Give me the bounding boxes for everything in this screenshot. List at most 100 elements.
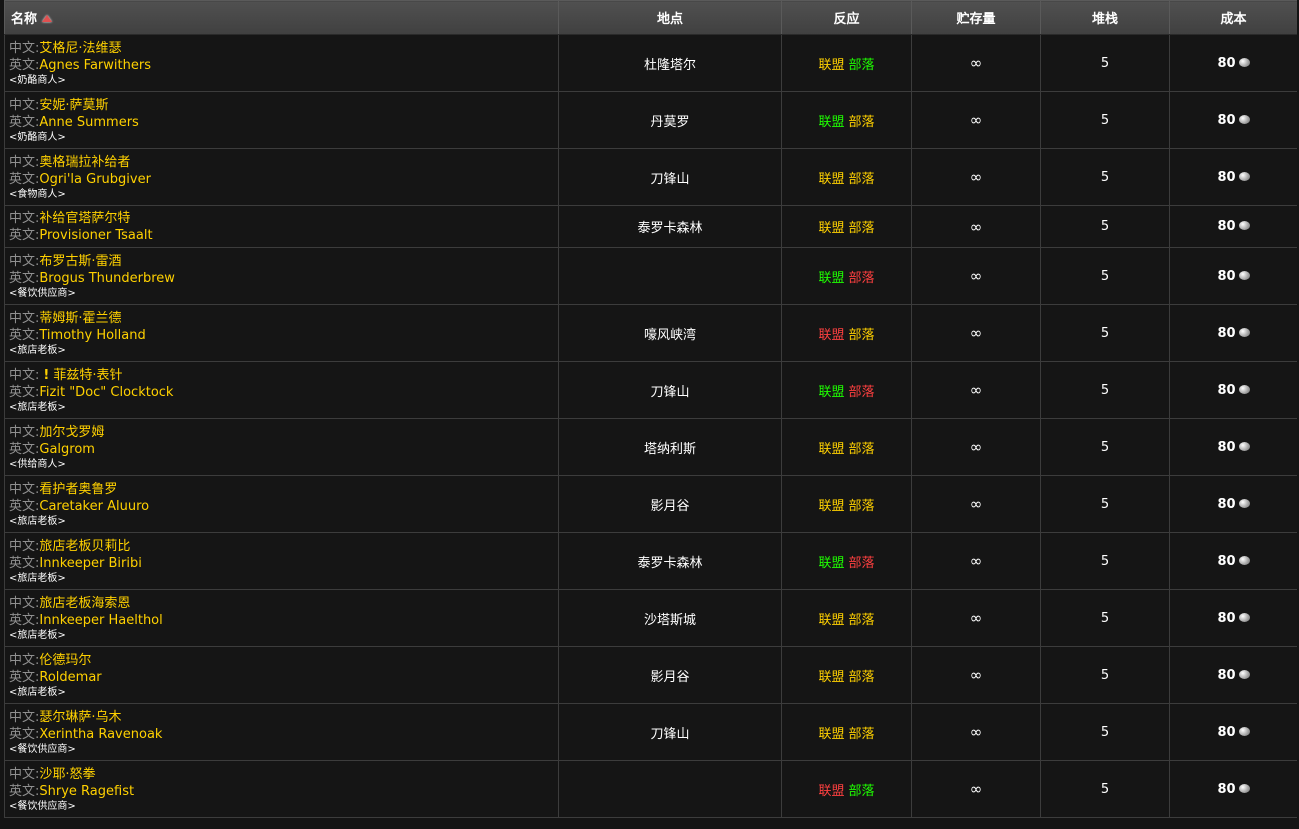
column-header-reaction[interactable]: 反应 <box>781 0 912 35</box>
table-row: 中文:伦德玛尔 英文:Roldemar <旅店老板> 影月谷 联盟 部落 ∞ 5 80 <box>4 646 1297 704</box>
horde-reaction: 部落 <box>848 612 875 628</box>
table-row: 中文:奥格瑞拉补给者 英文:Ogri'la Grubgiver <食物商人> 刀锋山 联… <box>4 148 1297 206</box>
npc-cn-name-link[interactable]: 旅店老板海索恩 <box>39 596 130 611</box>
en-name-line: 英文:Galgrom <box>9 441 558 458</box>
stack-cell: 5 <box>1040 646 1170 704</box>
cost-value: 80 <box>1217 496 1236 512</box>
npc-cn-name-link[interactable]: 加尔戈罗姆 <box>39 425 104 440</box>
npc-cn-name-link[interactable]: 补给官塔萨尔特 <box>39 211 130 226</box>
name-cell: 中文:加尔戈罗姆 英文:Galgrom <供给商人> <box>4 418 559 476</box>
stock-cell: ∞ <box>911 418 1041 476</box>
cost-cell: 80 <box>1169 646 1297 704</box>
column-header-stock[interactable]: 贮存量 <box>911 0 1041 35</box>
npc-cn-name-link[interactable]: 瑟尔琳萨·乌木 <box>39 710 121 725</box>
cost-value: 80 <box>1217 169 1236 185</box>
npc-en-name-link[interactable]: Fizit "Doc" Clocktock <box>39 385 173 400</box>
location-link[interactable]: 塔纳利斯 <box>644 442 696 457</box>
location-link[interactable]: 刀锋山 <box>650 172 689 187</box>
reaction-cell: 联盟 部落 <box>781 91 912 149</box>
npc-en-name-link[interactable]: Timothy Holland <box>39 328 145 343</box>
cn-label: 中文: <box>9 424 40 440</box>
npc-cn-name-link[interactable]: 菲兹特·表针 <box>53 368 122 383</box>
stack-value: 5 <box>1100 439 1110 455</box>
stock-value: ∞ <box>969 552 983 570</box>
npc-en-name-link[interactable]: Innkeeper Biribi <box>39 556 141 571</box>
cost-cell: 80 <box>1169 91 1297 149</box>
stock-cell: ∞ <box>911 91 1041 149</box>
cn-label: 中文: <box>9 97 40 113</box>
location-cell: 影月谷 <box>558 646 782 704</box>
name-cell: 中文:伦德玛尔 英文:Roldemar <旅店老板> <box>4 646 559 704</box>
location-link[interactable]: 泰罗卡森林 <box>637 221 702 236</box>
npc-cn-name-link[interactable]: 旅店老板贝莉比 <box>39 539 130 554</box>
location-link[interactable]: 影月谷 <box>650 670 689 685</box>
npc-en-name-link[interactable]: Anne Summers <box>39 115 138 130</box>
npc-en-name-link[interactable]: Brogus Thunderbrew <box>39 271 175 286</box>
table-row: 中文:看护者奥鲁罗 英文:Caretaker Aluuro <旅店老板> 影月谷 联盟部… <box>4 475 1297 533</box>
npc-cn-name-link[interactable]: 艾格尼·法维瑟 <box>39 41 121 56</box>
npc-cn-name-link[interactable]: 看护者奥鲁罗 <box>39 482 117 497</box>
stock-value: ∞ <box>969 168 983 186</box>
stock-value: ∞ <box>969 438 983 456</box>
npc-cn-name-link[interactable]: 布罗古斯·雷酒 <box>39 254 121 269</box>
alliance-reaction: 联盟 <box>818 441 845 457</box>
npc-en-name-link[interactable]: Provisioner Tsaalt <box>39 228 152 243</box>
stack-cell: 5 <box>1040 703 1170 761</box>
location-link[interactable]: 影月谷 <box>650 499 689 514</box>
npc-cn-name-link[interactable]: 沙耶·怒拳 <box>39 767 95 782</box>
silver-coin-icon <box>1238 726 1250 736</box>
stock-cell: ∞ <box>911 205 1041 248</box>
cn-label: 中文: <box>9 481 40 497</box>
location-link[interactable]: 沙塔斯城 <box>644 613 696 628</box>
location-link[interactable]: 刀锋山 <box>650 385 689 400</box>
en-label: 英文: <box>9 171 40 187</box>
npc-en-name-link[interactable]: Roldemar <box>39 670 101 685</box>
alliance-reaction: 联盟 <box>818 221 845 236</box>
en-label: 英文: <box>9 498 40 514</box>
en-label: 英文: <box>9 227 40 243</box>
location-link[interactable]: 泰罗卡森林 <box>637 556 702 571</box>
npc-cn-name-link[interactable]: 安妮·萨莫斯 <box>39 98 108 113</box>
npc-en-name-link[interactable]: Innkeeper Haelthol <box>39 613 162 628</box>
npc-cn-name-link[interactable]: 伦德玛尔 <box>39 653 91 668</box>
location-link[interactable]: 嚎风峡湾 <box>644 328 696 343</box>
reaction-cell: 联盟 部落 <box>781 304 912 362</box>
location-link[interactable]: 杜隆塔尔 <box>644 58 696 73</box>
vendor-table: 名称 地点 反应 贮存量 堆栈 成本 中文: 艾格尼·法维瑟英文: Agnes Fa… <box>4 0 1297 818</box>
location-cell <box>558 760 782 818</box>
cn-name-line: 中文:旅店老板贝莉比 <box>9 538 558 555</box>
table-row: 中文:蒂姆斯·霍兰德 英文:Timothy Holland <旅店老板> 嚎风峡湾 联盟… <box>4 304 1297 362</box>
horde-reaction: 部落 <box>848 498 875 514</box>
location-link[interactable]: 刀锋山 <box>650 727 689 742</box>
npc-cn-name-link[interactable]: 奥格瑞拉补给者 <box>39 155 130 170</box>
npc-en-name-link[interactable]: Galgrom <box>39 442 95 457</box>
column-header-stack[interactable]: 堆栈 <box>1040 0 1170 35</box>
npc-en-name-link[interactable]: Caretaker Aluuro <box>39 499 149 514</box>
column-header-name[interactable]: 名称 <box>4 0 559 35</box>
en-name-line: 英文:Xerintha Ravenoak <box>9 726 558 743</box>
npc-cn-name-link[interactable]: 蒂姆斯·霍兰德 <box>39 311 121 326</box>
horde-reaction: 部落 <box>848 327 875 343</box>
cn-label: 中文: <box>9 310 40 326</box>
cn-label: 中文: <box>9 210 40 226</box>
npc-en-name-link[interactable]: Agnes Farwithers <box>39 58 151 73</box>
cost-value: 80 <box>1217 382 1236 398</box>
stock-value: ∞ <box>969 780 983 798</box>
cost-cell: 80 <box>1169 418 1297 476</box>
location-cell: 塔纳利斯 <box>558 418 782 476</box>
stock-value: ∞ <box>969 666 983 684</box>
reaction-cell: 联盟 部落 <box>781 361 912 419</box>
npc-en-name-link[interactable]: Xerintha Ravenoak <box>39 727 162 742</box>
npc-en-name-link[interactable]: Shrye Ragefist <box>39 784 134 799</box>
stack-cell: 5 <box>1040 304 1170 362</box>
location-link[interactable]: 丹莫罗 <box>650 115 689 130</box>
cost-cell: 80 <box>1169 148 1297 206</box>
silver-coin-icon <box>1238 384 1250 394</box>
column-header-cost[interactable]: 成本 <box>1169 0 1297 35</box>
vendor-table-container: 名称 地点 反应 贮存量 堆栈 成本 中文: 艾格尼·法维瑟英文: Agnes Fa… <box>4 0 1297 829</box>
stock-value: ∞ <box>969 54 983 72</box>
name-cell: 中文:补给官塔萨尔特 英文:Provisioner Tsaalt <box>4 205 559 248</box>
column-header-location[interactable]: 地点 <box>558 0 782 35</box>
en-label: 英文: <box>9 783 40 799</box>
npc-en-name-link[interactable]: Ogri'la Grubgiver <box>39 172 151 187</box>
